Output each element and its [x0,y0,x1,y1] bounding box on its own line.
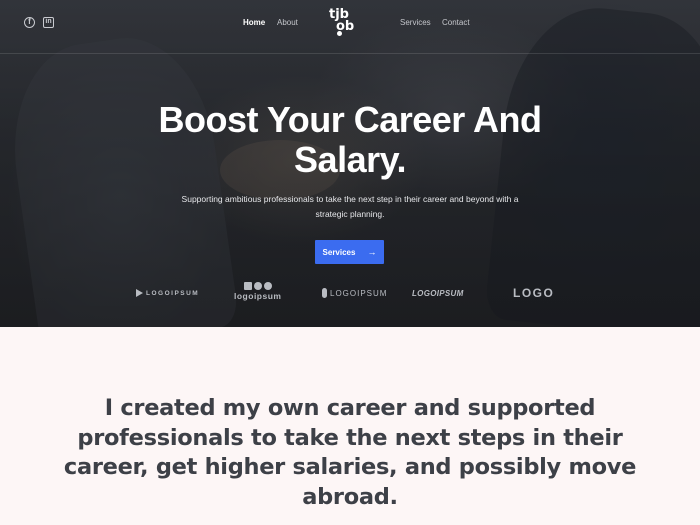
nav-services[interactable]: Services [400,18,431,27]
nav-about[interactable]: About [277,18,298,27]
brand-logo-text: LOGOIPSUM [330,288,388,298]
brand-logo-text: logoipsum [234,291,282,301]
hero-headline: Boost Your Career And Salary. [158,99,542,180]
brand-logo: LOGOIPSUM [136,289,199,297]
logo-mark-icon [136,289,143,297]
facebook-icon[interactable]: f [24,17,35,28]
hero-subtext: Supporting ambitious professionals to ta… [181,194,519,219]
logo-mark-icon [322,288,327,298]
linkedin-icon[interactable]: in [43,17,54,28]
logo-mark-icon [337,31,342,36]
brand-logo: LOGO [513,286,554,300]
services-button-label: Services [322,247,356,257]
nav-contact[interactable]: Contact [442,18,470,27]
brand-logo: LOGOIPSUM [322,288,387,298]
arrow-right-icon: → [367,247,377,257]
nav-home[interactable]: Home [243,18,265,27]
services-button[interactable]: Services → [315,240,384,264]
brand-logo: LOGOIPSUM [412,289,464,298]
brand-logo-text: LOGO [513,286,555,300]
brand-logo-text: LOGOIPSUM [412,289,464,298]
logo-mark-icon [243,282,272,290]
brand-logo-strip: LOGOIPSUM logoipsum LOGOIPSUM LOGOIPSUM … [0,282,700,306]
site-header: f in Home About tjb ob Services Contact [0,0,700,54]
brand-logo: logoipsum [234,282,281,301]
site-logo[interactable]: tjb ob [326,8,364,39]
about-statement: I created my own career and supported pr… [63,395,637,510]
brand-logo-text: LOGOIPSUM [146,289,200,297]
